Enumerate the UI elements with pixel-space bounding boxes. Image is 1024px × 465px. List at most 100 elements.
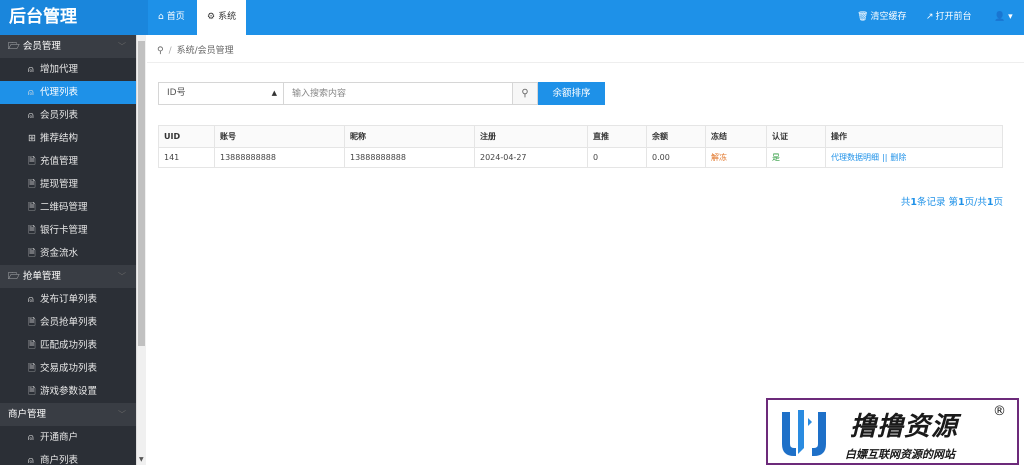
col-registered: 注册 bbox=[474, 125, 588, 148]
doc-icon: 🗎 bbox=[28, 340, 36, 351]
col-freeze: 冻结 bbox=[705, 125, 767, 148]
doc-icon: 🗎 bbox=[28, 248, 36, 259]
user-icon: ⍝ bbox=[28, 455, 34, 465]
trash-icon: 🗑 bbox=[857, 12, 869, 22]
search-field-select[interactable]: ID号 ▲ bbox=[158, 82, 284, 105]
total-count: 1 bbox=[910, 197, 917, 208]
col-actions: 操作 bbox=[825, 125, 1003, 148]
grid-icon: ⊞ bbox=[28, 133, 36, 144]
watermark-subtitle: 白嫖互联网资源的网站 bbox=[845, 448, 955, 461]
certified-status: 是 bbox=[772, 153, 780, 162]
user-icon: ⍝ bbox=[28, 432, 34, 443]
gear-icon: ⚙ bbox=[207, 12, 216, 22]
search-input[interactable] bbox=[284, 82, 513, 105]
sidebar-item-agent-list[interactable]: ⍝ 代理列表 bbox=[0, 81, 136, 104]
user-icon: 👤 bbox=[994, 12, 1006, 22]
table-header-row: UID 账号 昵称 注册 直推 余额 冻结 认证 操作 bbox=[158, 125, 1003, 148]
user-menu[interactable]: 👤 ▾ bbox=[994, 0, 1013, 35]
sidebar-item-recharge[interactable]: 🗎 充值管理 bbox=[0, 150, 136, 173]
chevron-icon: ﹀ bbox=[118, 410, 126, 419]
tab-system[interactable]: ⚙ 系统 bbox=[197, 0, 247, 35]
sidebar-item-fund-flow[interactable]: 🗎 资金流水 bbox=[0, 242, 136, 265]
pagination-info: 共1条记录 第1页/共1页 bbox=[900, 197, 1003, 208]
user-icon: ⍝ bbox=[28, 87, 34, 98]
brand-title: 后台管理 bbox=[0, 0, 148, 35]
group-title: 商户管理 bbox=[8, 409, 47, 420]
cell-actions: 代理数据明细 || 删除 bbox=[825, 147, 1003, 168]
external-link-icon: ↗ bbox=[926, 12, 934, 22]
sidebar-item-match-success[interactable]: 🗎 匹配成功列表 bbox=[0, 334, 136, 357]
sidebar-group-order[interactable]: 🗁 抢单管理 ﹀ bbox=[0, 265, 136, 288]
scrollbar-thumb[interactable] bbox=[138, 41, 145, 346]
sidebar: 🗁 会员管理 ﹀ ⍝ 增加代理 ⍝ 代理列表 ⍝ 会员列表 ⊞ 推荐结构 🗎 充值管理 🗎 提… bbox=[0, 35, 136, 465]
sidebar-item-trade-success[interactable]: 🗎 交易成功列表 bbox=[0, 357, 136, 380]
sidebar-item-withdraw[interactable]: 🗎 提现管理 bbox=[0, 173, 136, 196]
chevron-icon: ﹀ bbox=[118, 272, 126, 281]
sidebar-item-merchant-list[interactable]: ⍝ 商户列表 bbox=[0, 449, 136, 465]
watermark-banner: 撸撸资源 ® 白嫖互联网资源的网站 bbox=[766, 398, 1019, 465]
doc-icon: 🗎 bbox=[28, 225, 36, 236]
doc-icon: 🗎 bbox=[28, 363, 36, 374]
site-logo-icon bbox=[782, 410, 826, 456]
table-row: 141 13888888888 13888888888 2024-04-27 0… bbox=[158, 147, 1003, 168]
delete-link[interactable]: 删除 bbox=[890, 153, 906, 162]
user-icon: ⍝ bbox=[28, 64, 34, 75]
sidebar-item-game-settings[interactable]: 🗎 游戏参数设置 bbox=[0, 380, 136, 403]
group-title: 抢单管理 bbox=[22, 271, 61, 282]
user-icon: ⍝ bbox=[28, 110, 34, 121]
open-frontend-label: 打开前台 bbox=[935, 12, 972, 22]
user-icon: ⍝ bbox=[28, 294, 34, 305]
cell-direct: 0 bbox=[587, 147, 647, 168]
sidebar-item-referral-structure[interactable]: ⊞ 推荐结构 bbox=[0, 127, 136, 150]
doc-icon: 🗎 bbox=[28, 179, 36, 190]
chevron-down-icon: ▾ bbox=[1005, 12, 1013, 22]
cell-freeze: 解冻 bbox=[705, 147, 767, 168]
current-page: 1 bbox=[958, 197, 965, 208]
folder-icon: 🗁 bbox=[8, 271, 23, 282]
unfreeze-link[interactable]: 解冻 bbox=[711, 153, 727, 162]
tab-system-label: 系统 bbox=[218, 12, 237, 22]
sidebar-item-member-grab[interactable]: 🗎 会员抢单列表 bbox=[0, 311, 136, 334]
agent-detail-link[interactable]: 代理数据明细 bbox=[831, 153, 879, 162]
col-account: 账号 bbox=[214, 125, 345, 148]
col-certified: 认证 bbox=[766, 125, 826, 148]
sidebar-item-open-merchant[interactable]: ⍝ 开通商户 bbox=[0, 426, 136, 449]
cell-account: 13888888888 bbox=[214, 147, 345, 168]
sidebar-item-bankcard[interactable]: 🗎 银行卡管理 bbox=[0, 219, 136, 242]
search-icon[interactable]: ⚲ bbox=[513, 82, 538, 105]
sidebar-scrollbar[interactable]: ▼ bbox=[136, 35, 146, 465]
select-value: ID号 bbox=[167, 88, 186, 98]
folder-icon: 🗁 bbox=[8, 41, 23, 52]
cell-certified: 是 bbox=[766, 147, 826, 168]
clear-cache-label: 清空缓存 bbox=[870, 12, 907, 22]
action-separator: || bbox=[882, 153, 888, 162]
divider bbox=[147, 62, 1024, 63]
home-icon: ⌂ bbox=[158, 12, 164, 22]
cell-registered: 2024-04-27 bbox=[474, 147, 588, 168]
top-bar: 后台管理 ⌂ 首页 ⚙ 系统 🗑 清空缓存 ↗ 打开前台 👤 ▾ bbox=[0, 0, 1024, 35]
sidebar-item-member-list[interactable]: ⍝ 会员列表 bbox=[0, 104, 136, 127]
tab-home-label: 首页 bbox=[166, 12, 185, 22]
location-pin-icon: ⚲ bbox=[157, 46, 164, 56]
col-direct: 直推 bbox=[587, 125, 647, 148]
sidebar-group-member[interactable]: 🗁 会员管理 ﹀ bbox=[0, 35, 136, 58]
balance-sort-button[interactable]: 余额排序 bbox=[538, 82, 605, 105]
open-frontend-button[interactable]: ↗ 打开前台 bbox=[926, 0, 972, 35]
tab-home[interactable]: ⌂ 首页 bbox=[148, 0, 195, 35]
clear-cache-button[interactable]: 🗑 清空缓存 bbox=[857, 0, 906, 35]
updown-caret-icon: ▲ bbox=[271, 89, 277, 97]
sidebar-item-publish-orders[interactable]: ⍝ 发布订单列表 bbox=[0, 288, 136, 311]
col-nickname: 昵称 bbox=[344, 125, 475, 148]
sidebar-item-add-agent[interactable]: ⍝ 增加代理 bbox=[0, 58, 136, 81]
cell-balance: 0.00 bbox=[646, 147, 706, 168]
breadcrumb-path: 系统/会员管理 bbox=[176, 46, 234, 56]
cell-nickname: 13888888888 bbox=[344, 147, 475, 168]
doc-icon: 🗎 bbox=[28, 202, 36, 213]
chevron-icon: ﹀ bbox=[118, 42, 126, 51]
sidebar-item-qrcode[interactable]: 🗎 二维码管理 bbox=[0, 196, 136, 219]
scroll-down-icon[interactable]: ▼ bbox=[139, 456, 144, 463]
agent-table: UID 账号 昵称 注册 直推 余额 冻结 认证 操作 141 13888888… bbox=[158, 125, 1003, 168]
col-uid: UID bbox=[158, 125, 215, 148]
registered-mark: ® bbox=[993, 404, 1006, 419]
sidebar-group-merchant[interactable]: 商户管理 ﹀ bbox=[0, 403, 136, 426]
